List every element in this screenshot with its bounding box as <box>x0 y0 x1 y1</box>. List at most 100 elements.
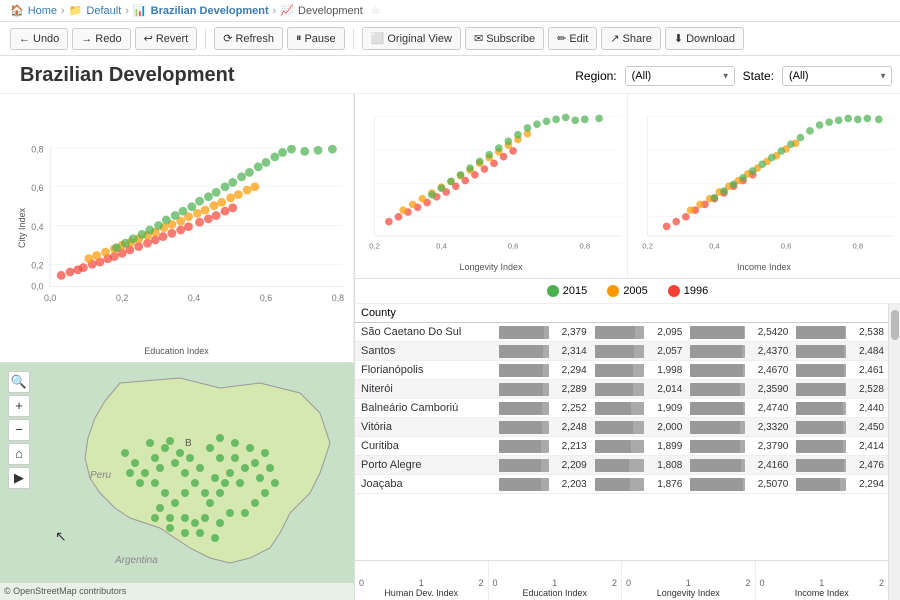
scatter-svg-3: 0,2 0,4 0,6 0,8 <box>638 104 896 258</box>
table-row[interactable]: Balneário Camboriú 2,252 1,909 <box>355 399 888 418</box>
region-select[interactable]: (All) <box>625 66 735 86</box>
breadcrumb-home[interactable]: Home <box>28 5 57 17</box>
table-row[interactable]: Florianópolis 2,294 1,998 2,4 <box>355 361 888 380</box>
region-label: Region: <box>575 69 616 83</box>
region-select-wrapper[interactable]: (All) <box>625 66 735 86</box>
table-row[interactable]: Niterói 2,289 2,014 2,3590 <box>355 380 888 399</box>
bar-cell-2: 1,876 <box>591 475 687 494</box>
undo-button[interactable]: ← Undo <box>10 28 68 50</box>
map-zoom-in-button[interactable]: + <box>8 395 30 417</box>
toolbar-sep-1 <box>205 29 206 49</box>
download-button[interactable]: ⬇ Download <box>665 27 744 50</box>
table-row[interactable]: Vitória 2,248 2,000 2,3320 <box>355 418 888 437</box>
scatter-chart-3: 0,2 0,4 0,6 0,8 <box>628 94 900 278</box>
bar-cell-4: 2,461 <box>792 361 888 380</box>
legend-dot-2005 <box>607 285 619 297</box>
toolbar-sep-2 <box>353 29 354 49</box>
download-icon: ⬇ <box>674 32 683 45</box>
county-cell: Florianópolis <box>355 361 495 380</box>
subscribe-button[interactable]: ✉ Subscribe <box>465 27 544 50</box>
svg-text:0,2: 0,2 <box>116 293 128 303</box>
svg-text:0,4: 0,4 <box>436 241 447 250</box>
bar-cell-1: 2,203 <box>495 475 591 494</box>
scatter-chart-1: City Index 0,8 0,6 0,4 0,2 0,0 0 <box>0 94 354 363</box>
pause-button[interactable]: ⏸ Pause <box>287 27 345 50</box>
bar-cell-1: 2,213 <box>495 437 591 456</box>
bar-cell-1: 2,252 <box>495 399 591 418</box>
table-row[interactable]: São Caetano Do Sul 2,379 2,095 <box>355 323 888 342</box>
table-area: County São Caetano Do Sul <box>355 304 888 600</box>
share-icon: ↗ <box>610 32 619 45</box>
x-axis-label-2: Longevity Index <box>459 262 522 272</box>
original-view-button[interactable]: ⬜ Original View <box>362 27 461 50</box>
svg-text:0,8: 0,8 <box>579 241 590 250</box>
table-row[interactable]: Santos 2,314 2,057 2,4370 <box>355 342 888 361</box>
bar-cell-3: 2,3590 <box>686 380 792 399</box>
bar-cell-1: 2,289 <box>495 380 591 399</box>
breadcrumb-project-icon: 📊 <box>133 4 147 17</box>
svg-text:0,0: 0,0 <box>44 293 56 303</box>
col-header-4 <box>787 307 882 319</box>
axis-cell-lon: 012 Longevity Index <box>622 561 756 600</box>
map-arrow-button[interactable]: ▶ <box>8 467 30 489</box>
breadcrumb-project[interactable]: Brazilian Development <box>151 5 269 17</box>
redo-button[interactable]: → Redo <box>72 28 130 50</box>
county-cell: Santos <box>355 342 495 361</box>
svg-text:0,2: 0,2 <box>31 261 43 271</box>
breadcrumb-star-icon[interactable]: ☆ <box>371 4 381 17</box>
table-scroll[interactable]: São Caetano Do Sul 2,379 2,095 <box>355 323 888 560</box>
bar-cell-4: 2,528 <box>792 380 888 399</box>
legend-dot-1996 <box>668 285 680 297</box>
bar-cell-1: 2,209 <box>495 456 591 475</box>
col-header-3 <box>692 307 787 319</box>
cursor-icon: ↖ <box>55 528 67 545</box>
breadcrumb-default[interactable]: Default <box>86 5 121 17</box>
edit-button[interactable]: ✏ Edit <box>548 27 597 50</box>
col-header-2 <box>596 307 691 319</box>
col-header-1 <box>501 307 596 319</box>
map-home-button[interactable]: ⌂ <box>8 443 30 465</box>
svg-text:0,6: 0,6 <box>31 183 43 193</box>
bar-cell-3: 2,4160 <box>686 456 792 475</box>
map-zoom-out-button[interactable]: − <box>8 419 30 441</box>
table-row[interactable]: Curitiba 2,213 1,899 2,3790 <box>355 437 888 456</box>
scatter-chart-2: 0,2 0,4 0,6 0,8 <box>355 94 628 278</box>
bar-cell-3: 2,4670 <box>686 361 792 380</box>
state-select[interactable]: (All) <box>782 66 892 86</box>
svg-text:0,8: 0,8 <box>31 144 43 154</box>
redo-icon: → <box>81 33 92 45</box>
table-row[interactable]: Joaçaba 2,203 1,876 2,5070 <box>355 475 888 494</box>
scrollbar[interactable] <box>888 304 900 600</box>
view-icon: ⬜ <box>371 32 385 45</box>
revert-icon: ↩ <box>144 32 153 45</box>
bar-cell-4: 2,440 <box>792 399 888 418</box>
right-panel: 0,2 0,4 0,6 0,8 <box>355 94 900 600</box>
map-search-button[interactable]: 🔍 <box>8 371 30 393</box>
data-table: São Caetano Do Sul 2,379 2,095 <box>355 323 888 494</box>
filter-area: Region: (All) State: (All) <box>575 66 892 86</box>
svg-text:0,4: 0,4 <box>709 241 720 250</box>
scrollbar-thumb[interactable] <box>891 310 899 340</box>
bar-cell-3: 2,5420 <box>686 323 792 342</box>
breadcrumb-page-icon: 📈 <box>280 4 294 17</box>
axis-cell-inc: 012 Income Index <box>756 561 889 600</box>
svg-text:0,2: 0,2 <box>642 241 653 250</box>
main-area: Brazilian Development Region: (All) Stat… <box>0 56 900 600</box>
share-button[interactable]: ↗ Share <box>601 27 661 50</box>
table-row[interactable]: Porto Alegre 2,209 1,808 2,41 <box>355 456 888 475</box>
bar-cell-4: 2,294 <box>792 475 888 494</box>
y-axis-label-1: City Index <box>17 208 27 248</box>
bar-cell-1: 2,314 <box>495 342 591 361</box>
edit-icon: ✏ <box>557 32 566 45</box>
legend-dot-2015 <box>547 285 559 297</box>
revert-button[interactable]: ↩ Revert <box>135 27 198 50</box>
state-select-wrapper[interactable]: (All) <box>782 66 892 86</box>
bar-cell-4: 2,538 <box>792 323 888 342</box>
bar-cell-3: 2,3320 <box>686 418 792 437</box>
county-cell: Joaçaba <box>355 475 495 494</box>
refresh-button[interactable]: ⟳ Refresh <box>214 27 283 50</box>
bar-cell-2: 1,899 <box>591 437 687 456</box>
bar-cell-2: 1,998 <box>591 361 687 380</box>
legend-label-2005: 2005 <box>623 285 647 297</box>
charts-table-area: City Index 0,8 0,6 0,4 0,2 0,0 0 <box>0 94 900 600</box>
